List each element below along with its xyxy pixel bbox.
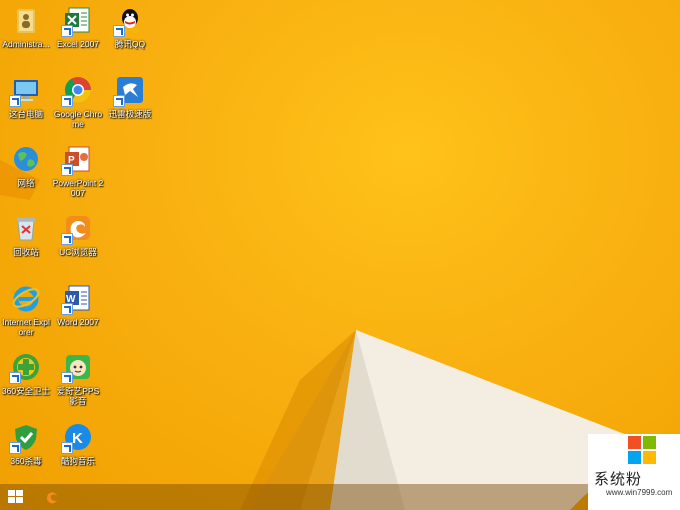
- shortcut-arrow-icon: [9, 95, 21, 107]
- shortcut-arrow-icon: [61, 25, 73, 37]
- microsoft-logo-icon: [628, 436, 656, 464]
- shortcut-arrow-icon: [113, 95, 125, 107]
- icon-label: 爱奇艺PPS 影音: [56, 386, 100, 406]
- uc-browser-icon[interactable]: UC浏览器: [52, 212, 104, 257]
- icon-label: 360杀毒: [10, 456, 42, 466]
- start-button[interactable]: [8, 490, 24, 504]
- icon-label: 这台电脑: [8, 109, 43, 119]
- icon-label: 腾讯QQ: [114, 39, 146, 49]
- shortcut-arrow-icon: [9, 372, 21, 384]
- icon-label: Administra...: [2, 39, 50, 49]
- taskbar-uc-browser[interactable]: [38, 485, 66, 509]
- word-2007-icon[interactable]: W Word 2007: [52, 282, 104, 327]
- icon-label: 酷狗音乐: [60, 456, 95, 466]
- shortcut-arrow-icon: [61, 164, 73, 176]
- shortcut-arrow-icon: [61, 233, 73, 245]
- shortcut-arrow-icon: [113, 25, 125, 37]
- iqiyi-pps-icon[interactable]: 爱奇艺PPS 影音: [52, 351, 104, 406]
- excel-2007-icon[interactable]: Excel 2007: [52, 4, 104, 49]
- icon-label: Excel 2007: [56, 39, 100, 49]
- google-chrome-icon[interactable]: Google Chrome: [52, 74, 104, 129]
- icon-label: Word 2007: [57, 317, 99, 327]
- windows-logo-icon: [8, 490, 15, 496]
- administrator-folder-icon[interactable]: Administra...: [0, 4, 52, 49]
- uc-browser-taskbar-icon: [47, 492, 58, 504]
- icon-label: UC浏览器: [59, 247, 97, 257]
- internet-explorer-icon[interactable]: Internet Explorer: [0, 282, 52, 337]
- icon-label: 迅雷极速版: [108, 109, 152, 119]
- recycle-bin-icon[interactable]: 回收站: [0, 212, 52, 257]
- svg-text:K: K: [72, 430, 83, 447]
- icon-label: Internet Explorer: [2, 317, 50, 337]
- watermark-url: www.win7999.com: [606, 488, 673, 497]
- network-icon[interactable]: 网络: [0, 143, 52, 188]
- 360-antivirus-icon[interactable]: 360杀毒: [0, 421, 52, 466]
- shortcut-arrow-icon: [61, 95, 73, 107]
- tencent-qq-icon[interactable]: 腾讯QQ: [104, 4, 156, 49]
- icon-label: PowerPoint 2007: [52, 178, 104, 198]
- shortcut-arrow-icon: [61, 372, 73, 384]
- xunlei-speed-icon[interactable]: 迅雷极速版: [104, 74, 156, 119]
- 360-safe-guard-icon[interactable]: 360安全卫士: [0, 351, 52, 396]
- shortcut-arrow-icon: [9, 442, 21, 454]
- watermark-title: 系统粉: [594, 470, 643, 488]
- shortcut-arrow-icon: [61, 442, 73, 454]
- icon-label: Google Chrome: [53, 109, 103, 129]
- this-computer-icon[interactable]: 这台电脑: [0, 74, 52, 119]
- powerpoint-2007-icon[interactable]: P PowerPoint 2007: [52, 143, 104, 198]
- kugou-music-icon[interactable]: K 酷狗音乐: [52, 421, 104, 466]
- taskbar: [0, 484, 680, 510]
- shortcut-arrow-icon: [61, 303, 73, 315]
- icon-label: 网络: [17, 178, 35, 188]
- icon-label: 360安全卫士: [1, 386, 51, 396]
- icon-label: 回收站: [13, 247, 39, 257]
